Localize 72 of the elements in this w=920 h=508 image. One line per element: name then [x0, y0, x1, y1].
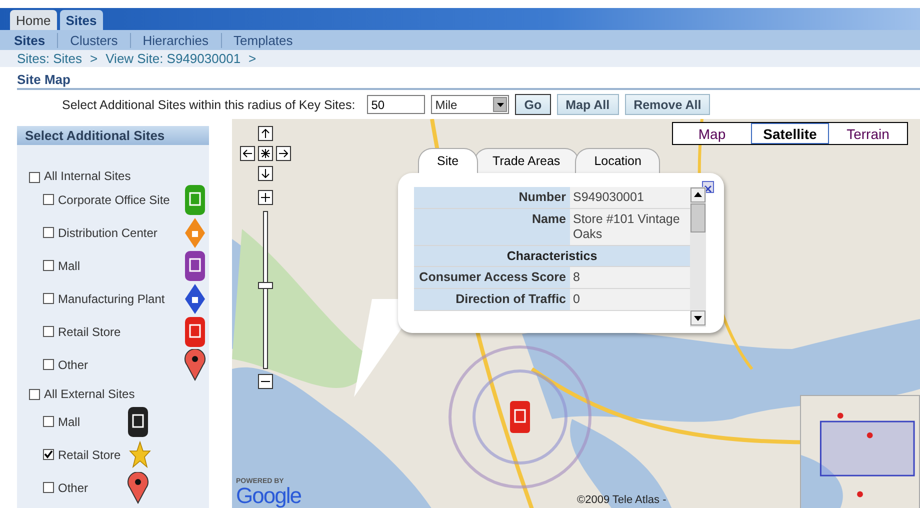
field-value: 8	[570, 267, 690, 288]
zoom-out-button[interactable]	[258, 374, 273, 389]
map-type-button[interactable]: Satellite	[751, 123, 829, 144]
group-label: All Internal Sites	[44, 169, 131, 183]
site-type-label: Other	[58, 480, 88, 494]
breadcrumb-link[interactable]: Sites: Sites	[17, 51, 82, 66]
sub-nav-link[interactable]: Hierarchies	[130, 32, 221, 48]
checkbox[interactable]	[43, 449, 54, 460]
caret-icon	[496, 102, 504, 106]
pan-right-button[interactable]	[276, 146, 291, 161]
site-type-label: Corporate Office Site	[58, 192, 170, 206]
site-type-label: Retail Store	[58, 324, 121, 338]
checkbox[interactable]	[29, 388, 40, 400]
top-tab[interactable]: Sites	[60, 10, 103, 30]
popup-tab[interactable]: Location	[575, 148, 660, 173]
breadcrumb-separator: >	[248, 51, 256, 66]
site-type-label: Manufacturing Plant	[58, 292, 165, 306]
sub-nav-link[interactable]: Templates	[220, 32, 305, 48]
site-type-label: Mall	[58, 258, 80, 272]
arrow-right-icon	[279, 149, 288, 158]
action-button[interactable]: Map All	[556, 94, 619, 115]
checkbox[interactable]	[43, 194, 54, 205]
popup-tab[interactable]: Trade Areas	[474, 148, 580, 173]
radius-input[interactable]: 50	[367, 95, 426, 114]
center-map-button[interactable]	[258, 146, 273, 161]
unit-dropdown[interactable]: Mile	[431, 95, 510, 114]
arrow-up-icon	[261, 129, 270, 138]
site-type-label: Mall	[58, 414, 80, 428]
plus-icon	[261, 193, 270, 202]
checkbox[interactable]	[43, 359, 54, 370]
group-label: All External Sites	[44, 387, 135, 401]
checkbox[interactable]	[29, 172, 40, 183]
field-label: Direction of Traffic	[414, 289, 570, 310]
site-type-label: Other	[58, 358, 88, 372]
checkbox[interactable]	[43, 227, 54, 238]
center-icon	[261, 149, 270, 158]
arrow-left-icon	[243, 149, 252, 158]
site-type-label: Retail Store	[58, 448, 121, 462]
field-value: 0	[570, 289, 690, 310]
action-button[interactable]: Go	[515, 94, 551, 115]
field-label: Consumer Access Score	[414, 267, 570, 288]
scrollbar[interactable]	[690, 187, 706, 327]
field-value: Store #101 Vintage Oaks	[570, 209, 690, 245]
sub-nav-link[interactable]: Sites	[14, 32, 58, 48]
site-type-label: Distribution Center	[58, 226, 158, 240]
checkbox[interactable]	[43, 416, 54, 427]
checkbox[interactable]	[43, 326, 54, 337]
sub-nav-link[interactable]: Clusters	[57, 32, 130, 48]
field-label: Number	[414, 187, 570, 208]
checkbox[interactable]	[43, 260, 54, 271]
table-section-heading: Characteristics	[414, 246, 690, 266]
map-logo: Google	[236, 485, 301, 507]
checkbox[interactable]	[43, 482, 54, 493]
breadcrumb-link[interactable]: View Site: S949030001	[106, 51, 241, 66]
panel-title: Select Additional Sites	[17, 126, 209, 145]
section-title: Site Map	[17, 72, 920, 90]
arrow-down-icon	[261, 169, 270, 178]
popup-tab[interactable]: Site	[418, 148, 478, 173]
action-button[interactable]: Remove All	[624, 94, 710, 115]
breadcrumb-separator: >	[90, 51, 98, 66]
field-value: S949030001	[570, 187, 690, 208]
top-tab[interactable]: Home	[10, 10, 57, 30]
field-label: Name	[414, 209, 570, 245]
pan-down-button[interactable]	[258, 166, 273, 181]
radius-label: Select Additional Sites within this radius of Key Sites:	[62, 98, 356, 112]
store-marker-icon[interactable]	[510, 401, 530, 433]
pan-up-button[interactable]	[258, 126, 273, 141]
pan-left-button[interactable]	[240, 146, 255, 161]
zoom-in-button[interactable]	[258, 190, 273, 205]
checkbox[interactable]	[43, 293, 54, 304]
zoom-slider[interactable]	[258, 211, 273, 369]
map-copyright: ©2009 Tele Atlas -	[577, 494, 666, 506]
